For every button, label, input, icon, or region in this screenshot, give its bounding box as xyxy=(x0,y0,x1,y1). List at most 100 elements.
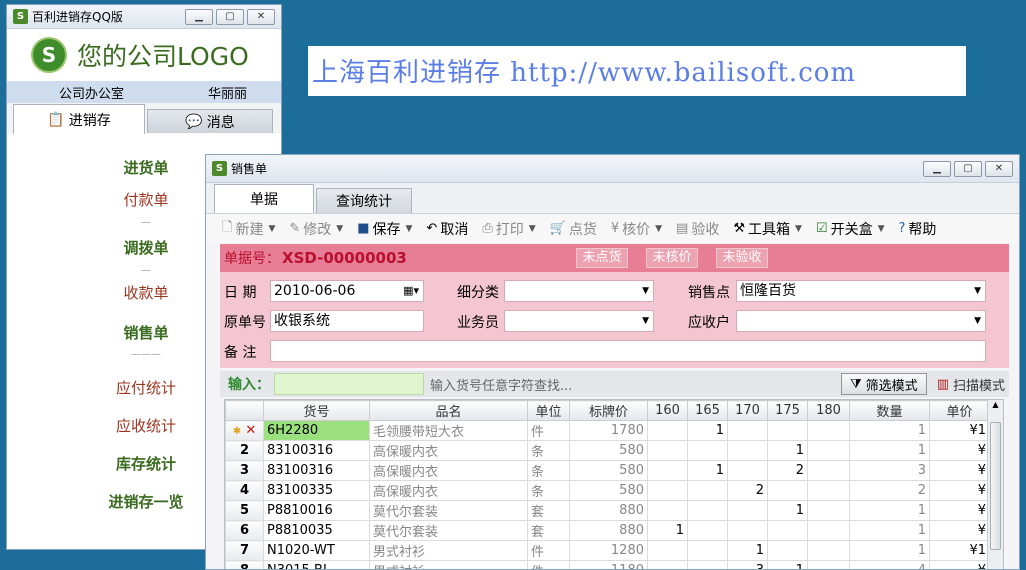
search-input[interactable] xyxy=(274,373,424,395)
table-row[interactable]: 4 83100335 高保暖内衣条 580 2 2 ¥ xyxy=(225,480,990,501)
cell-size-180[interactable] xyxy=(807,520,850,541)
cell-size-180[interactable] xyxy=(807,540,850,561)
cell-size-160[interactable] xyxy=(647,460,688,481)
cell-size-170[interactable] xyxy=(727,420,768,441)
cell-size-160[interactable] xyxy=(647,540,688,561)
cell-unit[interactable]: 套 xyxy=(527,500,570,521)
cell-size-170[interactable] xyxy=(727,440,768,461)
outlet-select[interactable]: 恒隆百货 ▼ xyxy=(736,280,986,302)
cell-name[interactable]: 男式衬衫 xyxy=(369,540,528,561)
cell-size-180[interactable] xyxy=(807,460,850,481)
tab-document[interactable]: 单据 xyxy=(214,184,314,213)
cell-code[interactable]: 6H2280 xyxy=(263,420,370,441)
cell-size-170[interactable]: 3 xyxy=(727,560,768,569)
menu-payment[interactable]: 付款单 xyxy=(91,189,201,210)
close-button[interactable]: ✕ xyxy=(247,8,275,25)
cell-size-180[interactable] xyxy=(807,480,850,501)
toolbox-button[interactable]: ⚒ 工具箱 ▼ xyxy=(733,219,802,239)
menu-stock-stats[interactable]: 库存统计 xyxy=(91,453,201,474)
cell-size-165[interactable] xyxy=(687,540,728,561)
grid-header-size-180[interactable]: 180 xyxy=(807,400,850,421)
cell-quantity[interactable]: 2 xyxy=(849,480,930,501)
cell-unit[interactable]: 条 xyxy=(527,440,570,461)
table-row[interactable]: 6 P8810035 莫代尔套装套 880 1 1 ¥ xyxy=(225,520,990,541)
category-select[interactable]: ▼ xyxy=(504,280,654,302)
table-row[interactable]: 2 83100316 高保暖内衣条 580 1 1 ¥ xyxy=(225,440,990,461)
maximize-button[interactable]: ▢ xyxy=(216,8,244,25)
grid-header-size-160[interactable]: 160 xyxy=(647,400,688,421)
chevron-down-icon[interactable]: ▼ xyxy=(268,224,275,234)
chevron-down-icon[interactable]: ▼ xyxy=(406,224,413,234)
calendar-icon[interactable]: ▦▾ xyxy=(403,281,419,301)
cell-list-price[interactable]: 1280 xyxy=(569,540,648,561)
cell-size-165[interactable]: 1 xyxy=(687,460,728,481)
cell-quantity[interactable]: 1 xyxy=(849,420,930,441)
cell-size-165[interactable] xyxy=(687,440,728,461)
tab-query-stats[interactable]: 查询统计 xyxy=(316,188,412,213)
cell-size-170[interactable]: 1 xyxy=(727,540,768,561)
cell-unit-price[interactable]: ¥ xyxy=(929,460,990,481)
save-button[interactable]: ■ 保存 ▼ xyxy=(357,219,412,239)
menu-receivable-stats[interactable]: 应收统计 xyxy=(91,415,201,436)
cell-size-180[interactable] xyxy=(807,500,850,521)
filter-mode-button[interactable]: ⧩ 筛选模式 xyxy=(841,373,927,395)
cell-size-170[interactable] xyxy=(727,500,768,521)
cell-list-price[interactable]: 880 xyxy=(569,500,648,521)
cell-size-175[interactable] xyxy=(767,520,808,541)
table-row[interactable]: 7 N1020-WT 男式衬衫件 1280 1 1 ¥1 xyxy=(225,540,990,561)
cell-size-165[interactable]: 1 xyxy=(687,420,728,441)
cell-size-165[interactable] xyxy=(687,520,728,541)
cell-size-175[interactable]: 1 xyxy=(767,560,808,569)
cell-code[interactable]: 83100316 xyxy=(263,440,370,461)
cell-size-180[interactable] xyxy=(807,560,850,569)
cell-size-160[interactable]: 1 xyxy=(647,520,688,541)
verify-price-button[interactable]: ¥ 核价 ▼ xyxy=(611,219,662,239)
cell-name[interactable]: 毛领腰带短大衣 xyxy=(369,420,528,441)
cell-quantity[interactable]: 1 xyxy=(849,520,930,541)
cell-unit-price[interactable]: ¥ xyxy=(929,440,990,461)
cell-list-price[interactable]: 580 xyxy=(569,480,648,501)
scan-mode-button[interactable]: ▥ 扫描模式 xyxy=(937,375,1005,394)
cell-code[interactable]: P8810016 xyxy=(263,500,370,521)
menu-overview[interactable]: 进销存一览 xyxy=(91,491,201,512)
cell-size-175[interactable] xyxy=(767,420,808,441)
inspect-button[interactable]: ▤ 验收 xyxy=(676,219,719,239)
grid-header-size-170[interactable]: 170 xyxy=(727,400,768,421)
cell-quantity[interactable]: 1 xyxy=(849,440,930,461)
minimize-button[interactable]: ▁ xyxy=(923,160,951,177)
cell-size-175[interactable]: 1 xyxy=(767,440,808,461)
grid-header-unit[interactable]: 单位 xyxy=(527,400,570,421)
new-button[interactable]: 🗋 新建 ▼ xyxy=(222,218,275,240)
chevron-down-icon[interactable]: ▼ xyxy=(336,224,343,234)
cell-size-160[interactable] xyxy=(647,500,688,521)
cell-unit-price[interactable]: ¥1 xyxy=(929,420,990,441)
chevron-down-icon[interactable]: ▼ xyxy=(655,224,662,234)
table-row[interactable]: 3 83100316 高保暖内衣条 580 1 2 3 ¥ xyxy=(225,460,990,481)
cell-quantity[interactable]: 1 xyxy=(849,500,930,521)
cell-code[interactable]: N1020-WT xyxy=(263,540,370,561)
scroll-thumb[interactable] xyxy=(990,422,1001,550)
menu-sales-order[interactable]: 销售单 xyxy=(91,322,201,343)
cell-unit[interactable]: 件 xyxy=(527,560,570,569)
cell-size-165[interactable] xyxy=(687,560,728,569)
cell-size-170[interactable] xyxy=(727,520,768,541)
cell-list-price[interactable]: 880 xyxy=(569,520,648,541)
cell-size-175[interactable] xyxy=(767,480,808,501)
cell-unit-price[interactable]: ¥ xyxy=(929,500,990,521)
cell-size-180[interactable] xyxy=(807,420,850,441)
cell-size-160[interactable] xyxy=(647,440,688,461)
cell-size-170[interactable] xyxy=(727,460,768,481)
table-row[interactable]: 8N3015-BL男式衬衫件1180 31 4¥ xyxy=(225,560,990,569)
tab-messages[interactable]: 💬 消息 xyxy=(147,109,273,133)
receivable-select[interactable]: ▼ xyxy=(736,310,986,332)
cell-unit-price[interactable]: ¥ xyxy=(929,520,990,541)
cell-size-160[interactable] xyxy=(647,560,688,569)
cell-name[interactable]: 高保暖内衣 xyxy=(369,460,528,481)
menu-purchase-order[interactable]: 进货单 xyxy=(91,157,201,178)
cell-quantity[interactable]: 1 xyxy=(849,540,930,561)
cell-size-175[interactable] xyxy=(767,540,808,561)
cell-code[interactable]: 83100316 xyxy=(263,460,370,481)
help-button[interactable]: ? 帮助 xyxy=(899,219,937,239)
print-button[interactable]: ⎙ 打印 ▼ xyxy=(482,219,535,239)
cell-unit[interactable]: 条 xyxy=(527,460,570,481)
